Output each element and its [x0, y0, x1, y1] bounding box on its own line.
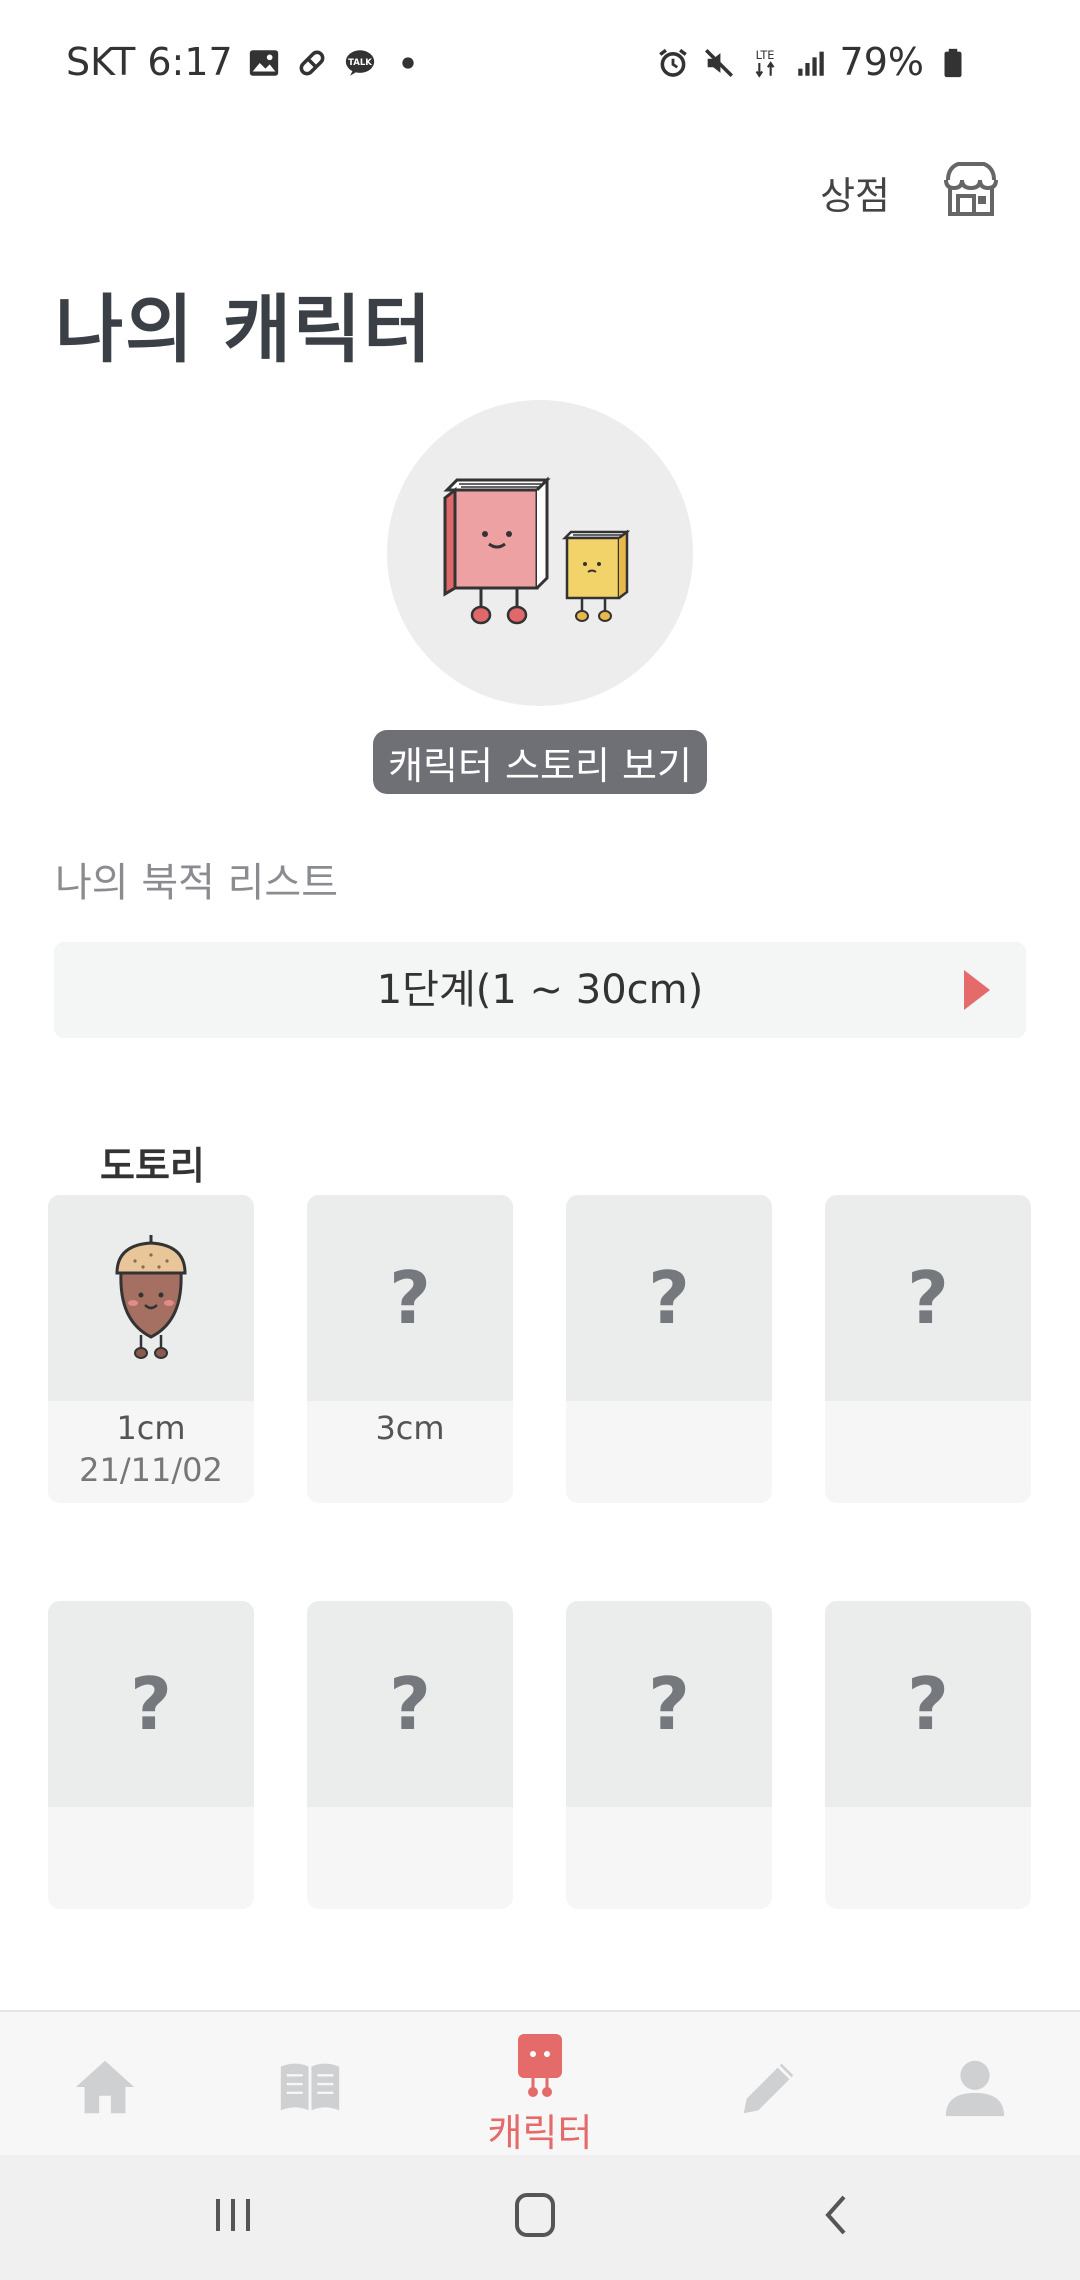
- character-page: SKT 6:17 TALK LTE 79% 상점 나의 캐릭터 캐릭터 스토리 …: [0, 0, 1080, 2280]
- card-date: 21/11/02: [79, 1451, 223, 1489]
- bookmark-list-label: 나의 북적 리스트: [55, 860, 339, 906]
- image-icon: [247, 45, 281, 79]
- character-card[interactable]: ?: [307, 1601, 513, 1909]
- next-level-arrow-icon[interactable]: [960, 966, 994, 1014]
- card-image: ?: [566, 1601, 772, 1807]
- character-card[interactable]: ?: [566, 1601, 772, 1909]
- nav-home[interactable]: [35, 2012, 175, 2157]
- battery-icon: [936, 45, 970, 79]
- nav-profile[interactable]: [905, 2012, 1045, 2157]
- locked-question-mark: ?: [389, 1662, 431, 1746]
- lte-icon: LTE: [748, 45, 782, 79]
- character-card[interactable]: ?: [825, 1601, 1031, 1909]
- character-avatar[interactable]: [387, 400, 693, 706]
- system-nav-bar: [0, 2155, 1080, 2280]
- locked-question-mark: ?: [389, 1256, 431, 1340]
- locked-question-mark: ?: [907, 1256, 949, 1340]
- character-card[interactable]: ? 3cm: [307, 1195, 513, 1503]
- shop-label[interactable]: 상점: [820, 165, 890, 220]
- card-image: ?: [566, 1195, 772, 1401]
- pencil-icon: [743, 2063, 794, 2114]
- alarm-icon: [656, 45, 690, 79]
- dot-icon: [391, 45, 425, 79]
- recent-apps-icon[interactable]: [198, 2185, 268, 2245]
- character-story-button[interactable]: 캐릭터 스토리 보기: [373, 730, 707, 794]
- status-left: SKT 6:17 TALK: [66, 40, 425, 84]
- profile-icon: [945, 2060, 1005, 2117]
- pill-icon: [295, 45, 329, 79]
- book-icon: [280, 2063, 340, 2111]
- acorn-icon: [115, 1235, 187, 1359]
- character-card[interactable]: ?: [566, 1195, 772, 1503]
- svg-text:TALK: TALK: [348, 58, 372, 68]
- nav-character-label: 캐릭터: [487, 2111, 593, 2155]
- book-characters-icon: [443, 476, 631, 625]
- home-button-icon[interactable]: [500, 2185, 570, 2245]
- card-image: ?: [307, 1195, 513, 1401]
- character-icon: [518, 2034, 562, 2097]
- lte-text: LTE: [755, 48, 774, 62]
- card-image: ?: [825, 1195, 1031, 1401]
- signal-icon: [794, 45, 828, 79]
- home-icon: [75, 2060, 135, 2114]
- store-icon[interactable]: [938, 156, 1004, 222]
- locked-question-mark: ?: [648, 1256, 690, 1340]
- card-image: ?: [307, 1601, 513, 1807]
- character-card[interactable]: ?: [48, 1601, 254, 1909]
- character-card[interactable]: 1cm 21/11/02: [48, 1195, 254, 1503]
- nav-books[interactable]: [240, 2012, 380, 2157]
- nav-character[interactable]: 캐릭터: [470, 2012, 610, 2157]
- character-card[interactable]: ?: [825, 1195, 1031, 1503]
- talk-icon: TALK: [343, 45, 377, 79]
- status-bar: SKT 6:17 TALK LTE 79%: [0, 0, 1080, 120]
- locked-question-mark: ?: [130, 1662, 172, 1746]
- group-name: 도토리: [100, 1144, 205, 1188]
- locked-question-mark: ?: [907, 1662, 949, 1746]
- status-right: LTE 79%: [656, 40, 970, 84]
- card-size: 1cm: [116, 1409, 186, 1447]
- back-icon[interactable]: [802, 2185, 872, 2245]
- card-image: ?: [825, 1601, 1031, 1807]
- mute-icon: [702, 45, 736, 79]
- carrier-time: SKT 6:17: [66, 40, 233, 84]
- card-image: ?: [48, 1601, 254, 1807]
- nav-write[interactable]: [700, 2012, 840, 2157]
- card-image: [48, 1195, 254, 1401]
- page-title: 나의 캐릭터: [55, 287, 434, 373]
- battery-percent: 79%: [839, 40, 924, 84]
- locked-question-mark: ?: [648, 1662, 690, 1746]
- level-label: 1단계(1 ~ 30cm): [376, 967, 704, 1013]
- bottom-nav: 캐릭터: [0, 2010, 1080, 2157]
- card-size: 3cm: [375, 1409, 445, 1447]
- level-selector[interactable]: 1단계(1 ~ 30cm): [54, 942, 1026, 1038]
